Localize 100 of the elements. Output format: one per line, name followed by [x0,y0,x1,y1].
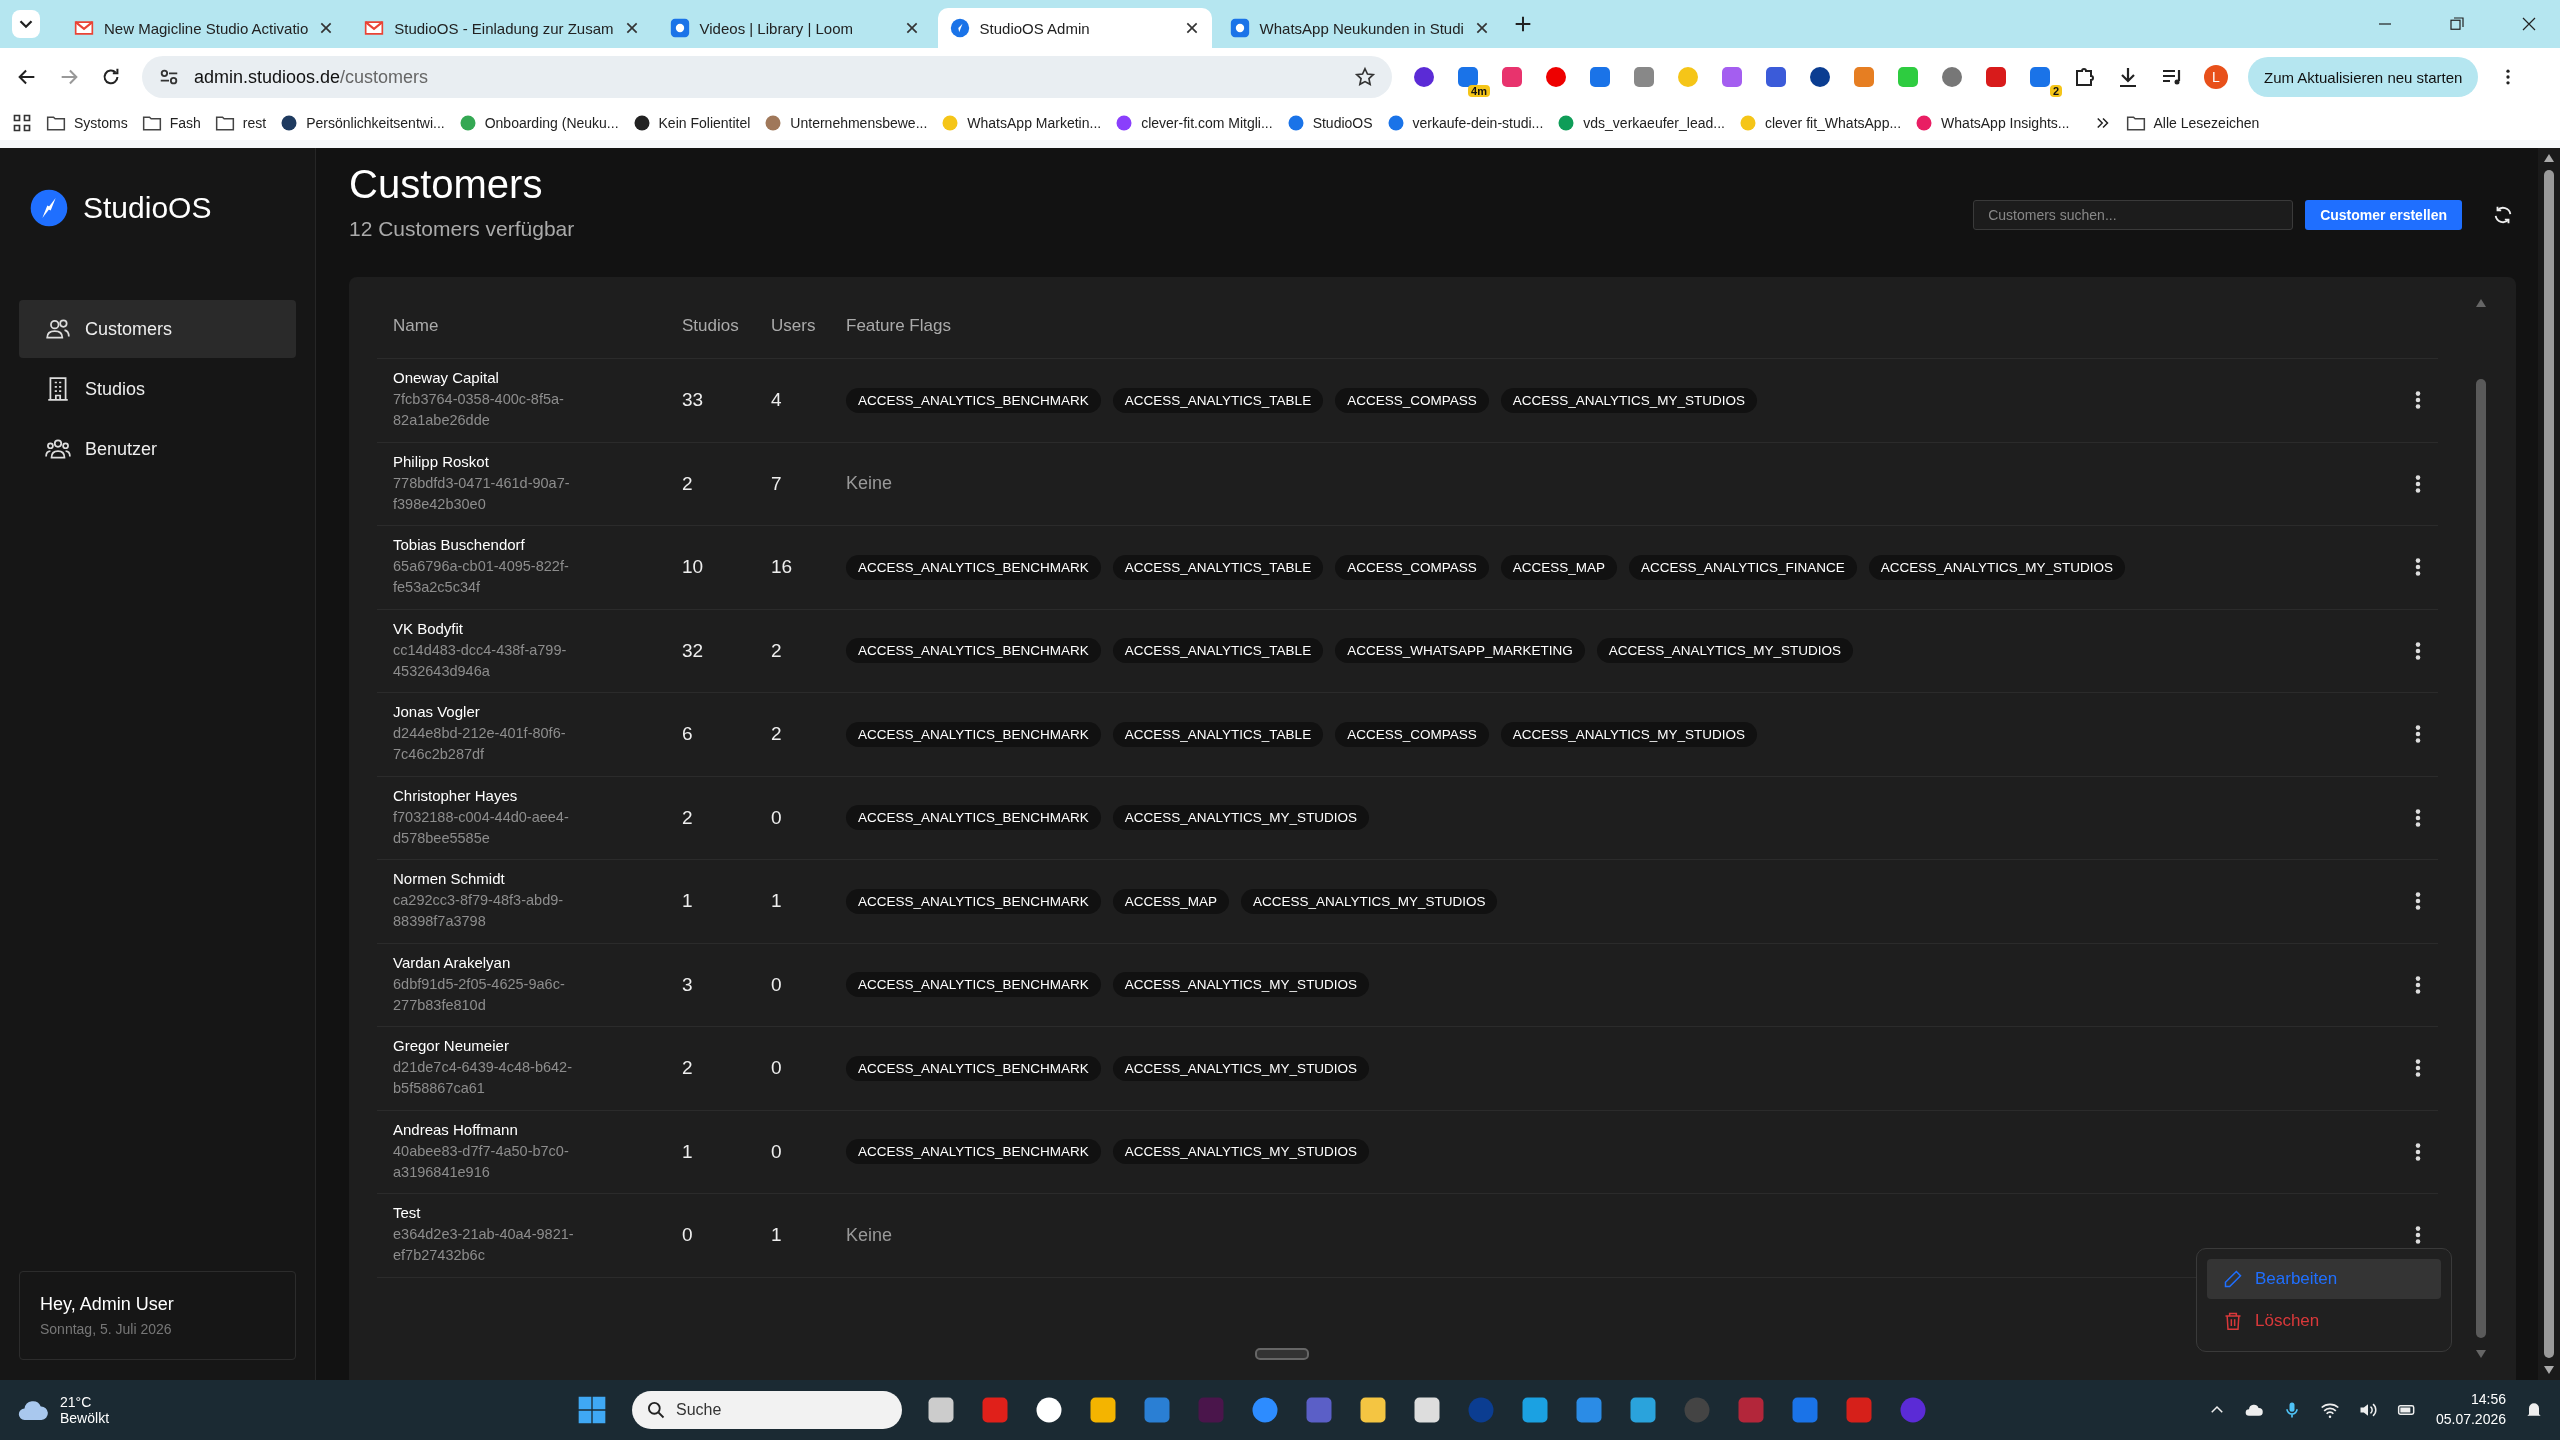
tab-search-icon[interactable] [12,10,40,38]
flag-tag: ACCESS_ANALYTICS_MY_STUDIOS [1112,805,1370,831]
extension-icon[interactable] [2028,65,2052,89]
site-icon [1386,114,1405,132]
taskbar-search[interactable]: Suche [632,1391,902,1429]
bookmark[interactable]: Unternehmensbewe... [764,114,928,132]
nav-item[interactable]: Customers [19,300,296,358]
customer-name: Oneway Capital [393,369,500,387]
customer-id: e364d2e3-21ab-40a4-9821-ef7b27432b6c [393,1225,575,1266]
weather-text: Bewölkt [60,1410,110,1426]
flag-tag: ACCESS_ANALYTICS_MY_STUDIOS [1596,638,1853,664]
table-cell-text: 10 [682,556,705,579]
scroll-down-icon[interactable] [2542,1364,2556,1376]
customer-name: Vardan Arakelyan [393,953,512,971]
restore-icon[interactable] [2448,15,2466,33]
bookmark[interactable]: Fash [141,113,201,133]
bookmark[interactable]: Alle Lesezeichen [2125,113,2260,133]
scrollbar[interactable] [2544,170,2554,1358]
app-icon[interactable] [1088,1395,1118,1425]
flag-tag: ACCESS_ANALYTICS_BENCHMARK [846,1139,1101,1165]
extension-icon[interactable] [1456,65,1480,89]
address-bar[interactable]: admin.studioos.de/customers [142,56,1392,98]
site-icon [1915,114,1934,132]
apps-grid-icon[interactable] [12,113,32,133]
page-subtitle: 12 Customers verfügbar [349,217,575,241]
site-icon [941,114,960,132]
site-icon [632,114,651,132]
nav-item[interactable]: Studios [19,360,296,418]
bookmark[interactable]: WhatsApp Insights... [1915,114,2070,132]
scroll-up-icon[interactable] [2542,152,2556,164]
table-cell-text: 3 [682,973,694,996]
bookmark[interactable]: verkaufe-dein-studi... [1386,114,1544,132]
clock-time: 14:56 [2469,1390,2506,1410]
extension-icon[interactable] [1808,65,1832,89]
browser-tab[interactable]: New Magicline Studio Activatio [62,8,347,48]
refresh-icon[interactable] [2492,204,2514,226]
table-cell: Keine [846,1224,893,1246]
extension-icon[interactable] [1764,65,1788,89]
bookmark[interactable]: StudioOS [1286,114,1373,132]
flag-tag: ACCESS_MAP [1112,888,1230,914]
flag-tag: ACCESS_ANALYTICS_MY_STUDIOS [1500,387,1757,413]
temperature: 21°C [60,1394,93,1410]
update-button[interactable]: Zum Aktualisieren neu starten [2248,57,2479,97]
folder-icon [46,113,66,133]
folder-icon [214,113,235,133]
customer-name: Normen Schmidt [393,870,506,888]
windows-start-icon[interactable] [576,1394,608,1426]
app-icon[interactable] [1034,1395,1064,1425]
table-cell-text: 1 [771,890,783,913]
app-icon[interactable] [1358,1395,1388,1425]
table-cell-text: 0 [771,973,783,996]
app-icon[interactable] [926,1395,956,1425]
bookmark[interactable]: Systoms [46,113,128,133]
browser-tab[interactable]: StudioOS - Einladung zur Zusam [352,8,652,48]
extension-icon[interactable] [1984,65,2008,89]
bookmark[interactable]: clever-fit.com Mitgli... [1115,114,1273,132]
scrollbar[interactable] [2476,379,2486,1338]
flag-tag: ACCESS_WHATSAPP_MARKETING [1335,638,1585,664]
flag-tag: ACCESS_ANALYTICS_BENCHMARK [846,638,1101,664]
table-cell-text: 33 [682,389,705,412]
browser-tab[interactable]: Videos | Library | Loom [657,8,932,48]
clock-date: 05.07.2026 [2435,1410,2506,1429]
profile-avatar[interactable]: L [2204,65,2228,89]
close-icon[interactable] [2520,15,2538,33]
bookmark[interactable]: WhatsApp Marketin... [941,114,1102,132]
app-icon[interactable] [1412,1395,1442,1425]
brand-name: StudioOS [83,191,212,225]
create-button[interactable]: Customer erstellen [2305,200,2462,230]
menu-item[interactable]: Löschen [2207,1301,2441,1341]
extension-icon[interactable] [1412,65,1436,89]
date-text: Sonntag, 5. Juli 2026 [40,1321,173,1337]
customer-name: Christopher Hayes [393,786,519,804]
flag-tag: ACCESS_ANALYTICS_TABLE [1112,554,1324,580]
browser-tab[interactable]: WhatsApp Neukunden in Studi [1217,8,1502,48]
browser-tab[interactable]: StudioOS Admin [937,8,1212,48]
flag-tag: ACCESS_ANALYTICS_MY_STUDIOS [1241,888,1498,914]
column-header: Name [393,315,440,336]
search-icon [646,1400,666,1420]
extension-icon[interactable] [1940,65,1964,89]
nav-item[interactable]: Benutzer [19,420,296,478]
site-icon [764,114,783,132]
customer-id: d244e8bd-212e-401f-80f6-7c46c2b287df [393,724,567,765]
scrollbar[interactable] [1255,1348,1309,1360]
bookmark[interactable]: rest [214,113,267,133]
flag-tag: ACCESS_ANALYTICS_BENCHMARK [846,721,1101,747]
star-icon[interactable] [1354,66,1376,88]
site-icon [458,114,477,132]
extension-icon[interactable] [1588,65,1612,89]
bookmark[interactable]: Persönlichkeitsentwi... [280,114,445,132]
bookmark[interactable]: Onboarding (Neuku... [458,114,619,132]
flag-tag: ACCESS_ANALYTICS_MY_STUDIOS [1112,1055,1370,1081]
bookmark[interactable]: vds_verkaeufer_lead... [1557,114,1725,132]
table-cell-text: 6 [682,723,694,746]
extension-icon[interactable] [1544,65,1568,89]
bookmark[interactable]: clever fit_WhatsApp... [1738,114,1902,132]
search-field[interactable]: Customers suchen... [1973,200,2294,230]
bookmark[interactable]: Kein Folientitel [632,114,751,132]
table-cell-text: 0 [771,1057,783,1080]
folder-icon [2125,113,2146,133]
column-header: Feature Flags [846,315,952,336]
